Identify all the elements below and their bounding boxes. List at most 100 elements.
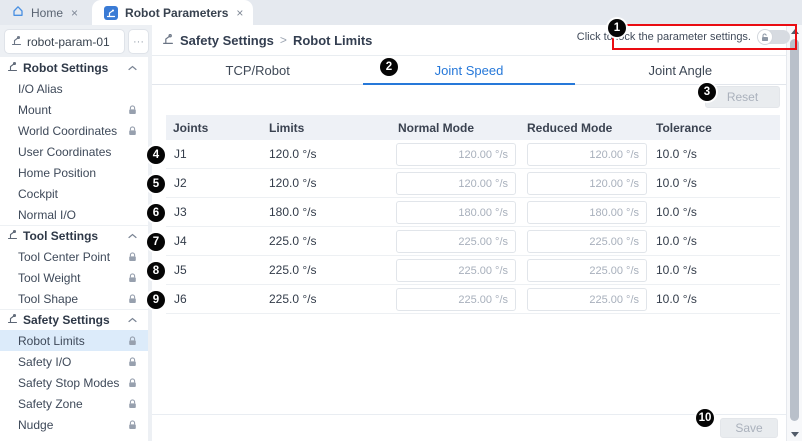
sidebar-item-tool-weight[interactable]: Tool Weight xyxy=(0,267,148,288)
robot-arm-icon xyxy=(7,229,18,243)
reduced-mode-input[interactable] xyxy=(527,259,647,282)
annotation-badge-10: 10 xyxy=(696,409,714,427)
tolerance-value: 10.0 °/s xyxy=(656,147,697,161)
tab-tcp-robot[interactable]: TCP/Robot xyxy=(152,57,363,84)
sidebar-item-label: Robot Limits xyxy=(18,334,85,348)
sidebar-item-user-coordinates[interactable]: User Coordinates xyxy=(0,141,148,162)
reduced-mode-input[interactable] xyxy=(527,288,647,311)
chevron-up-icon[interactable] xyxy=(128,233,137,239)
sidebar-item-label: Home Position xyxy=(18,166,96,180)
sidebar-section-robot-settings[interactable]: Robot Settings xyxy=(0,57,148,78)
annotation-badge-9: 9 xyxy=(147,291,165,309)
tab-joint-angle[interactable]: Joint Angle xyxy=(575,57,786,84)
sidebar-item-safety-i-o[interactable]: Safety I/O xyxy=(0,351,148,372)
sidebar-item-label: Tool Weight xyxy=(18,271,80,285)
sidebar-nav: Robot Settings I/O AliasMount World Coordi… xyxy=(0,57,148,441)
reset-button[interactable]: Reset xyxy=(705,86,780,108)
joint-name: J3 xyxy=(174,205,187,219)
vertical-scrollbar[interactable] xyxy=(786,25,802,441)
chevron-up-icon[interactable] xyxy=(128,317,137,323)
joint-name: J1 xyxy=(174,147,187,161)
sidebar-item-nudge[interactable]: Nudge xyxy=(0,414,148,435)
table-row-j6: J6 225.0 °/s 10.0 °/s xyxy=(166,285,780,314)
tab-robot-parameters-label: Robot Parameters xyxy=(125,6,228,20)
header-limits: Limits xyxy=(269,121,304,135)
sidebar-item-label: Safety Zone xyxy=(18,397,83,411)
joint-name: J6 xyxy=(174,292,187,306)
normal-mode-input[interactable] xyxy=(396,230,516,253)
sidebar-item-safety-stop-modes[interactable]: Safety Stop Modes xyxy=(0,372,148,393)
close-icon[interactable]: × xyxy=(71,7,78,19)
lock-icon xyxy=(128,252,137,262)
limit-value: 225.0 °/s xyxy=(269,263,317,277)
sidebar-item-label: World Coordinates xyxy=(18,124,117,138)
robot-icon xyxy=(104,6,118,20)
app-window: Home × Robot Parameters × robot-param-01… xyxy=(0,0,802,441)
tab-home[interactable]: Home × xyxy=(0,0,88,25)
main-panel: Safety Settings > Robot Limits TCP/Robot… xyxy=(152,25,786,441)
sidebar-item-i-o-alias[interactable]: I/O Alias xyxy=(0,78,148,99)
sidebar-section-label: Safety Settings xyxy=(23,313,110,327)
tolerance-value: 10.0 °/s xyxy=(656,176,697,190)
tolerance-value: 10.0 °/s xyxy=(656,234,697,248)
joint-speed-table: Joints Limits Normal Mode Reduced Mode T… xyxy=(166,115,780,314)
parameter-file-name: robot-param-01 xyxy=(27,35,110,49)
sidebar-section-safety-settings[interactable]: Safety Settings xyxy=(0,309,148,330)
table-row-j1: J1120.0 °/s10.0 °/s xyxy=(166,140,780,169)
limit-value: 180.0 °/s xyxy=(269,205,317,219)
normal-mode-input[interactable] xyxy=(396,201,516,224)
normal-mode-input[interactable] xyxy=(396,259,516,282)
lock-icon xyxy=(128,378,137,388)
tab-home-label: Home xyxy=(31,6,63,20)
robot-arm-icon xyxy=(162,33,174,48)
header-joints: Joints xyxy=(173,121,208,135)
lock-icon xyxy=(128,420,137,430)
reduced-mode-input[interactable] xyxy=(527,230,647,253)
sidebar-item-mount[interactable]: Mount xyxy=(0,99,148,120)
reduced-mode-input[interactable] xyxy=(527,143,647,166)
sidebar-item-label: Safety Stop Modes xyxy=(18,376,119,390)
table-row-j2: J2120.0 °/s10.0 °/s xyxy=(166,169,780,198)
scrollbar-thumb[interactable] xyxy=(790,39,799,421)
lock-icon xyxy=(128,105,137,115)
sidebar-item-tool-center-point[interactable]: Tool Center Point xyxy=(0,246,148,267)
save-button[interactable]: Save xyxy=(720,418,778,438)
chevron-up-icon[interactable] xyxy=(128,65,137,71)
lock-settings-toggle[interactable] xyxy=(758,30,790,44)
table-body: J1120.0 °/s10.0 °/sJ2120.0 °/s10.0 °/sJ3… xyxy=(166,140,780,314)
normal-mode-input[interactable] xyxy=(396,288,516,311)
breadcrumb-parent[interactable]: Safety Settings xyxy=(180,33,274,48)
sidebar-section-label: Robot Settings xyxy=(23,61,108,75)
reduced-mode-input[interactable] xyxy=(527,201,647,224)
sidebar-section-tool-settings[interactable]: Tool Settings xyxy=(0,225,148,246)
sidebar-item-robot-limits[interactable]: Robot Limits xyxy=(0,330,148,351)
sidebar-item-world-coordinates[interactable]: World Coordinates xyxy=(0,120,148,141)
sidebar-item-cockpit[interactable]: Cockpit xyxy=(0,183,148,204)
lock-icon xyxy=(128,273,137,283)
parameter-file-selector[interactable]: robot-param-01 xyxy=(4,29,125,54)
normal-mode-input[interactable] xyxy=(396,172,516,195)
annotation-badge-4: 4 xyxy=(147,146,165,164)
sidebar-item-home-position[interactable]: Home Position xyxy=(0,162,148,183)
sidebar-item-label: Safety I/O xyxy=(18,355,71,369)
header-normal-mode: Normal Mode xyxy=(398,121,474,135)
more-options-button[interactable]: ··· xyxy=(128,29,149,54)
table-row-j3: J3180.0 °/s10.0 °/s xyxy=(166,198,780,227)
sidebar-item-label: Normal I/O xyxy=(18,208,76,222)
close-icon[interactable]: × xyxy=(236,7,243,19)
joint-name: J4 xyxy=(174,234,187,248)
limit-value: 225.0 °/s xyxy=(269,292,317,306)
sidebar-item-normal-i-o[interactable]: Normal I/O xyxy=(0,204,148,225)
limit-value: 120.0 °/s xyxy=(269,176,317,190)
sidebar-item-safety-zone[interactable]: Safety Zone xyxy=(0,393,148,414)
limit-value: 225.0 °/s xyxy=(269,234,317,248)
normal-mode-input[interactable] xyxy=(396,143,516,166)
scroll-down-icon[interactable] xyxy=(791,432,799,437)
lock-icon xyxy=(128,294,137,304)
sidebar-item-tool-shape[interactable]: Tool Shape xyxy=(0,288,148,309)
reduced-mode-input[interactable] xyxy=(527,172,647,195)
window-tab-bar: Home × Robot Parameters × xyxy=(0,0,802,25)
lock-icon xyxy=(128,399,137,409)
tolerance-value: 10.0 °/s xyxy=(656,292,697,306)
tab-robot-parameters[interactable]: Robot Parameters × xyxy=(92,0,253,25)
